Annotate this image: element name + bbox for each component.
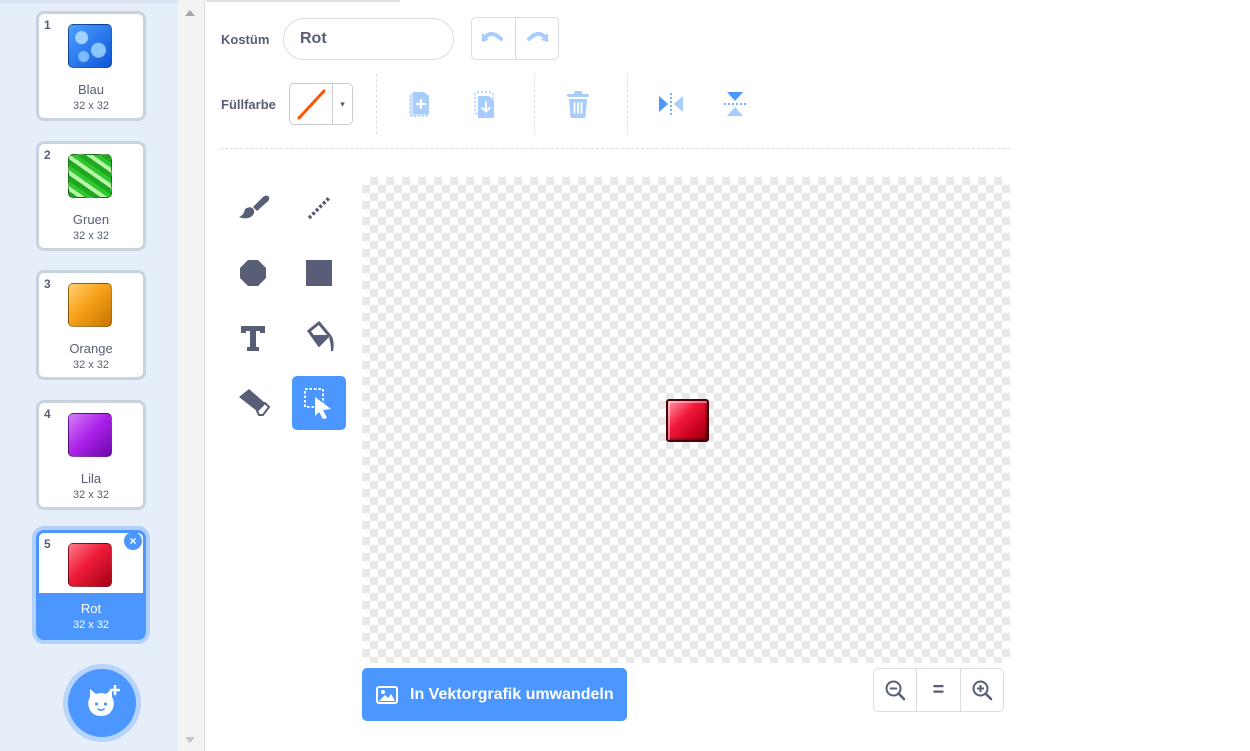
costume-number: 4 <box>44 407 51 421</box>
costume-size: 32 x 32 <box>72 230 110 242</box>
divider <box>376 74 377 134</box>
brush-tool[interactable] <box>226 181 280 235</box>
line-tool[interactable] <box>292 181 346 235</box>
text-icon <box>241 326 265 351</box>
costume-name: Blau <box>77 82 105 97</box>
delete-button[interactable] <box>566 91 590 124</box>
costume-name: Lila <box>80 471 102 486</box>
costume-name: Orange <box>69 341 113 356</box>
costume-size: 32 x 32 <box>72 359 110 371</box>
paint-bucket-icon <box>306 321 334 351</box>
eraser-icon <box>239 389 271 416</box>
convert-button-label: In Vektorgrafik umwandeln <box>410 685 614 703</box>
flip-horizontal-button[interactable] <box>657 92 685 121</box>
image-icon <box>376 685 398 704</box>
costume-label: Kostüm <box>221 32 270 47</box>
text-tool[interactable] <box>226 311 280 365</box>
convert-to-vector-button[interactable]: In Vektorgrafik umwandeln <box>362 668 627 721</box>
costume-list-scrollbar[interactable] <box>178 0 205 751</box>
costume-number: 1 <box>44 18 51 32</box>
costume-thumbnail <box>68 283 112 327</box>
zoom-controls: = <box>873 668 1004 712</box>
costume-name-input[interactable]: Rot <box>283 18 454 60</box>
zoom-in-icon <box>972 680 993 701</box>
fill-color-picker[interactable]: ▾ <box>289 83 353 125</box>
tab-indicator <box>206 0 400 2</box>
costume-list: 1 Blau 32 x 32 2 Gruen 32 x 32 3 Orange … <box>0 0 179 751</box>
fill-color-label: Füllfarbe <box>221 97 276 112</box>
zoom-out-button[interactable] <box>874 669 916 711</box>
canvas-sprite-image[interactable] <box>666 399 709 442</box>
toolbar-divider <box>220 148 1010 149</box>
costume-tile-rot[interactable]: 5 × Rot 32 x 32 <box>36 530 146 640</box>
redo-icon <box>526 31 548 42</box>
add-costume-button[interactable] <box>68 669 136 737</box>
tab-indicator <box>0 0 178 3</box>
costume-size: 32 x 32 <box>72 489 110 501</box>
costume-tile-gruen[interactable]: 2 Gruen 32 x 32 <box>36 141 146 251</box>
chevron-down-icon: ▾ <box>340 99 345 109</box>
costume-size: 32 x 32 <box>72 100 110 112</box>
select-tool[interactable] <box>292 376 346 430</box>
line-icon <box>307 196 331 220</box>
flip-horizontal-icon <box>659 93 683 115</box>
costume-size: 32 x 32 <box>72 619 110 631</box>
undo-icon <box>482 31 504 42</box>
zoom-out-icon <box>885 680 906 701</box>
costume-tile-orange[interactable]: 3 Orange 32 x 32 <box>36 270 146 380</box>
undo-redo-group <box>471 17 559 60</box>
circle-tool[interactable] <box>226 246 280 300</box>
fill-tool[interactable] <box>292 311 346 365</box>
paste-icon <box>474 91 494 118</box>
costume-number: 2 <box>44 148 51 162</box>
rectangle-tool[interactable] <box>292 246 346 300</box>
delete-costume-button[interactable]: × <box>124 532 142 550</box>
divider <box>627 74 628 134</box>
copy-icon <box>409 92 429 117</box>
brush-icon <box>239 195 270 219</box>
scroll-up-arrow-icon[interactable] <box>185 10 195 16</box>
circle-icon <box>240 260 266 286</box>
costume-thumbnail <box>68 24 112 68</box>
costume-thumbnail <box>68 154 112 198</box>
costume-name: Rot <box>80 601 102 616</box>
copy-button[interactable] <box>408 90 432 125</box>
rectangle-icon <box>306 260 332 286</box>
flip-vertical-icon <box>724 92 746 116</box>
redo-button[interactable] <box>514 18 559 59</box>
trash-icon <box>567 91 589 118</box>
zoom-in-button[interactable] <box>959 669 1003 711</box>
cat-plus-icon <box>88 685 120 716</box>
paint-canvas[interactable] <box>362 177 1010 663</box>
costume-name: Gruen <box>72 212 110 227</box>
costume-tile-blau[interactable]: 1 Blau 32 x 32 <box>36 11 146 121</box>
costume-tile-lila[interactable]: 4 Lila 32 x 32 <box>36 400 146 510</box>
costume-thumbnail <box>68 413 112 457</box>
costume-thumbnail <box>68 543 112 587</box>
select-icon <box>304 388 331 419</box>
costume-number: 3 <box>44 277 51 291</box>
paste-button[interactable] <box>473 90 497 125</box>
zoom-reset-button[interactable]: = <box>916 669 959 711</box>
costume-number: 5 <box>44 537 51 551</box>
flip-vertical-button[interactable] <box>723 90 747 123</box>
no-fill-swatch-icon <box>290 84 333 124</box>
undo-button[interactable] <box>472 18 515 59</box>
divider <box>534 74 535 134</box>
scroll-down-arrow-icon[interactable] <box>185 737 195 743</box>
eraser-tool[interactable] <box>226 376 280 430</box>
